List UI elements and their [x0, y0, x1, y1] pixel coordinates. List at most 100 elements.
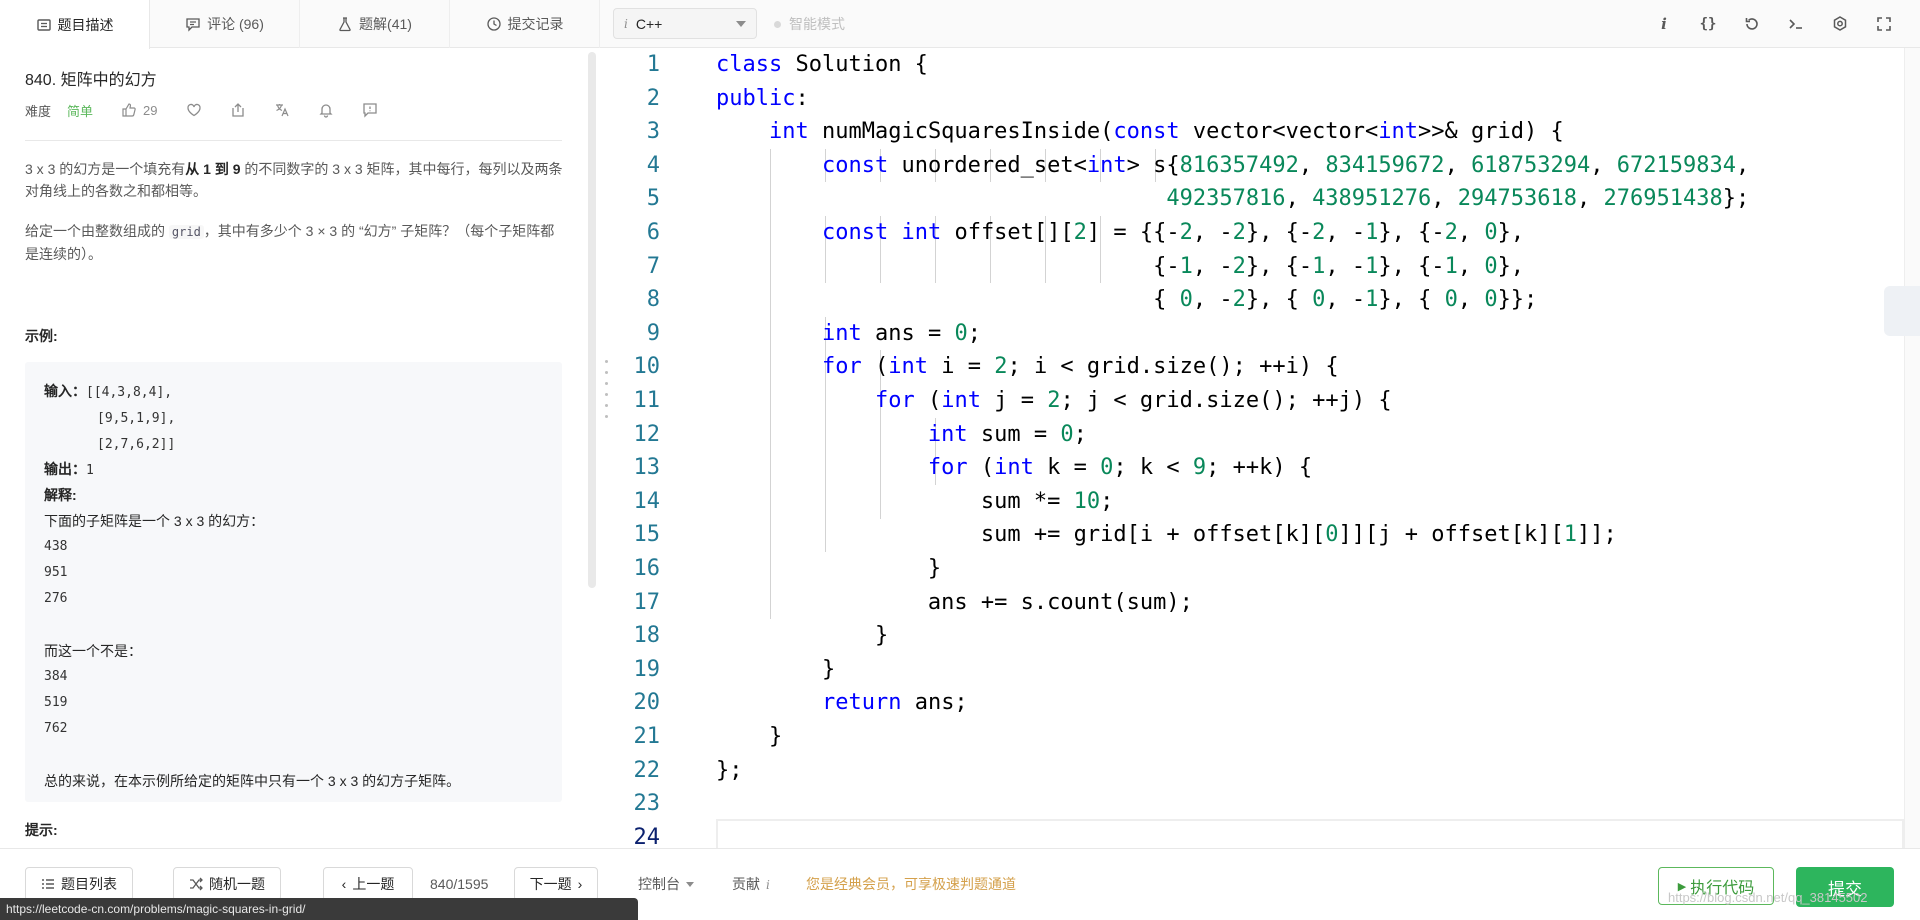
smart-mode-toggle[interactable]: 智能模式 — [774, 0, 845, 48]
line-number: 6 — [646, 220, 660, 245]
braces-icon[interactable]: {} — [1698, 14, 1718, 34]
input-line: [2,7,6,2]] — [97, 437, 176, 452]
like-button[interactable]: 29 — [121, 102, 158, 118]
divider — [25, 140, 562, 141]
desc2-text-a: 给定一个由整数组成的 — [25, 223, 169, 239]
top-bar: 题目描述 评论 (96) 题解(41) 提交记录 i C++ 智能模式 i {} — [0, 0, 1920, 49]
code-line: { 0, -2}, { 0, -1}, { 0, 0}}; — [716, 287, 1538, 313]
code-line: int sum = 0; — [927, 421, 1087, 447]
line-number: 5 — [646, 186, 660, 212]
tab-comments[interactable]: 评论 (96) — [150, 0, 300, 48]
example-heading: 示例: — [25, 328, 58, 344]
hint-heading: 提示: — [25, 822, 58, 838]
tab-solutions[interactable]: 题解(41) — [300, 0, 450, 48]
line-number: 8 — [646, 287, 660, 313]
line-number: 11 — [633, 388, 661, 413]
code-line: } — [716, 656, 836, 682]
desc2-code: grid — [168, 225, 204, 239]
language-select[interactable]: i C++ — [613, 8, 757, 39]
code-line: const int offset[][2] = {{-2, -2}, {-2, … — [821, 220, 1525, 245]
description-paragraph-1: 3 x 3 的幻方是一个填充有从 1 到 9 的不同数字的 3 x 3 矩阵，其… — [25, 158, 565, 202]
problem-list-label: 题目列表 — [61, 876, 117, 892]
editor-toolbar: i {} — [1654, 0, 1894, 48]
tab-submissions-label: 提交记录 — [507, 16, 564, 32]
reset-icon[interactable] — [1742, 14, 1762, 34]
chevron-left-icon: ‹ — [341, 876, 347, 892]
code-line: public: — [716, 85, 809, 111]
difficulty-label: 难度 — [25, 103, 52, 119]
problem-panel: 840. 矩阵中的幻方 难度 简单 29 3 x 3 的幻方是一个填充有从 1 … — [0, 48, 590, 848]
scrollbar[interactable] — [588, 52, 596, 588]
language-info-icon: i — [624, 16, 628, 31]
contribute-label: 贡献 — [732, 876, 760, 892]
share-button[interactable] — [230, 102, 246, 118]
line-number: 15 — [633, 522, 661, 548]
panel-resize-handle[interactable] — [604, 360, 608, 418]
next-problem-button[interactable]: 下一题 › — [514, 867, 598, 901]
code-editor[interactable]: 1 2 3 4 5 6 7 8 9 10 11 12 13 14 15 16 17 18 19 20 21 22 23 24 … — [614, 48, 1904, 848]
code-line: } — [716, 623, 889, 649]
line-number: 16 — [633, 556, 661, 581]
line-number: 7 — [646, 253, 660, 279]
line-number: 1 — [646, 52, 660, 77]
current-line-highlight — [716, 819, 1904, 848]
line-number: 20 — [633, 690, 661, 716]
code-line: }; — [716, 757, 743, 783]
settings-icon[interactable] — [1830, 14, 1850, 34]
side-panel-tab[interactable] — [1884, 286, 1920, 336]
square-row: 384 — [44, 669, 68, 684]
tab-description-label: 题目描述 — [57, 16, 114, 33]
output-label: 输出： — [44, 461, 86, 477]
code-line: for (int j = 2; j < grid.size(); ++j) { — [874, 388, 1392, 413]
code-line: } — [716, 724, 783, 749]
terminal-icon[interactable] — [1786, 14, 1806, 34]
status-url: https://leetcode-cn.com/problems/magic-s… — [0, 898, 638, 920]
desc1-text-bold: 从 1 到 9 — [185, 161, 241, 177]
watermark: https://blog.csdn.net/qq_38145502 — [1668, 890, 1868, 905]
code-line: } — [716, 556, 942, 581]
favorite-button[interactable] — [186, 102, 202, 118]
random-problem-button[interactable]: 随机一题 — [173, 867, 281, 901]
square-row: 762 — [44, 721, 68, 736]
like-count: 29 — [143, 102, 158, 118]
code-line: for (int i = 2; i < grid.size(); ++i) { — [821, 354, 1339, 380]
translate-icon — [275, 104, 289, 117]
next-problem-label: 下一题 — [529, 876, 572, 892]
fullscreen-icon[interactable] — [1874, 14, 1894, 34]
random-problem-label: 随机一题 — [209, 876, 265, 892]
example-block: 输入：[[4,3,8,4], [9,5,1,9], [2,7,6,2]] 输出：… — [25, 362, 562, 802]
line-number: 3 — [646, 119, 660, 145]
code-line: sum += grid[i + offset[k][0]][j + offset… — [716, 522, 1617, 548]
bell-icon — [318, 104, 333, 118]
thumbs-up-icon — [122, 103, 136, 117]
notify-button[interactable] — [318, 102, 334, 118]
output-value: 1 — [86, 463, 94, 478]
difficulty-badge: 简单 — [67, 103, 94, 119]
line-number: 9 — [646, 320, 660, 346]
tab-description[interactable]: 题目描述 — [0, 0, 150, 49]
comment-icon — [185, 16, 201, 32]
code-line: int ans = 0; — [821, 320, 981, 346]
code-line: return ans; — [821, 690, 968, 716]
explain-text: 而这一个不是： — [44, 643, 142, 659]
problem-title: 840. 矩阵中的幻方 — [25, 72, 157, 89]
prev-problem-button[interactable]: ‹ 上一题 — [323, 867, 413, 901]
tab-submissions[interactable]: 提交记录 — [450, 0, 600, 48]
code-line: ans += s.count(sum); — [716, 589, 1193, 615]
heart-icon — [186, 103, 201, 117]
line-number: 12 — [633, 421, 661, 447]
translate-button[interactable] — [274, 102, 290, 118]
feedback-button[interactable] — [362, 102, 378, 118]
line-number: 10 — [633, 354, 661, 380]
contribute-link[interactable]: 贡献 i — [732, 867, 770, 901]
line-number: 2 — [646, 85, 660, 111]
summary-text: 总的来说，在本示例所给定的矩阵中只有一个 3 x 3 的幻方子矩阵。 — [44, 773, 461, 789]
feedback-icon — [362, 103, 377, 118]
info-icon[interactable]: i — [1654, 14, 1674, 34]
console-label: 控制台 — [638, 876, 680, 892]
console-toggle[interactable]: 控制台 — [638, 867, 694, 901]
editor-scrollbar[interactable] — [1904, 48, 1920, 848]
problem-list-button[interactable]: 题目列表 — [25, 867, 133, 901]
chevron-right-icon: › — [577, 876, 583, 892]
prev-problem-label: 上一题 — [352, 876, 395, 892]
